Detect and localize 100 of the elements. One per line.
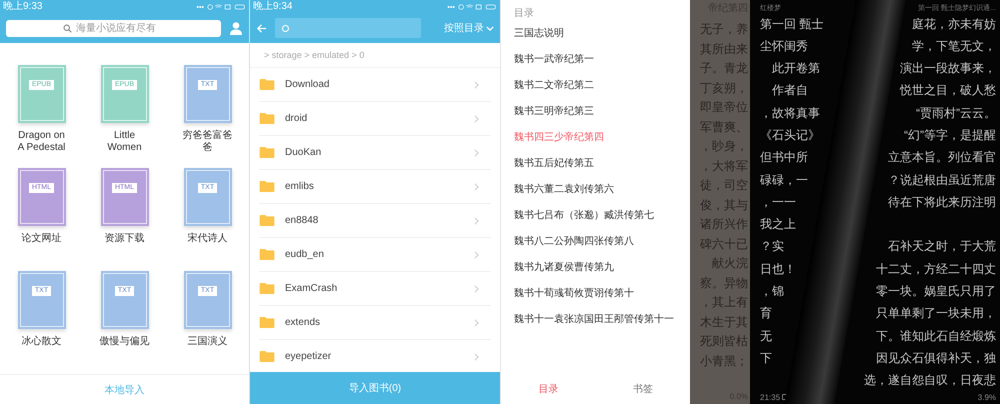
text-line: ，锦: [760, 284, 784, 300]
back-arrow-icon[interactable]: [256, 22, 267, 34]
text-line: 选，遂自怨自叹，日夜悲: [864, 373, 996, 388]
text-line: 作者自: [771, 83, 808, 98]
text-line: “幻”等字，是提醒: [904, 128, 996, 144]
toc-heading: 目录: [513, 7, 534, 20]
tab[interactable]: 目录: [532, 381, 564, 397]
search-field[interactable]: 海量小说应有尽有: [6, 20, 221, 36]
chevron-right-icon: [474, 250, 479, 258]
chapter-item[interactable]: 三国志说明: [514, 28, 564, 40]
chevron-right-icon: [474, 114, 479, 122]
text-line: 但书中所: [760, 150, 808, 166]
chevron-right-icon: [474, 182, 479, 190]
tab[interactable]: 书签: [626, 381, 659, 397]
text-line: 立意本旨。列位看官: [888, 150, 996, 166]
chevron-right-icon: [474, 318, 479, 326]
text-line: 我之上: [760, 217, 796, 232]
chapter-item[interactable]: 魏书六董二袁刘传第六: [514, 184, 614, 196]
text-line: 日也！: [760, 262, 796, 277]
folder-row[interactable]: ExamCrash: [259, 272, 491, 306]
text-line: 因见众石俱得补天，独: [876, 350, 996, 366]
chapter-item[interactable]: 魏书二文帝纪第二: [514, 80, 594, 92]
chapter-item[interactable]: 魏书九诸夏侯曹传第九: [514, 262, 614, 274]
book-title: Dragon on A Pedestal: [16, 130, 66, 154]
folder-name: ExamCrash: [285, 283, 338, 294]
user-icon[interactable]: [229, 21, 243, 35]
chapter-item[interactable]: 魏书十一袁张凉国田王邴管传第十一: [514, 314, 674, 326]
folder-icon: [259, 79, 275, 90]
status-bar-icons-drawing: [196, 2, 246, 10]
chapter-item[interactable]: 魏书三明帝纪第三: [514, 106, 594, 118]
book-title: 三国演义: [186, 336, 228, 348]
chapter-item[interactable]: 魏书一武帝纪第一: [514, 54, 594, 66]
folder-icon: [259, 283, 275, 294]
book-title: 傲慢与偏见: [98, 336, 150, 348]
folder-icon: [259, 249, 275, 260]
percent-text: 3.9%: [978, 392, 996, 402]
folder-row[interactable]: emlibs: [259, 170, 491, 204]
text-line: 尘怀闺秀: [760, 38, 808, 54]
folder-icon: [259, 113, 275, 124]
folder-row[interactable]: DuoKan: [259, 136, 491, 170]
folder-row[interactable]: Download: [259, 68, 491, 102]
text-line: 演出一段故事来，: [900, 61, 996, 76]
text-line: ，一一: [760, 194, 796, 210]
status-time: 晚上9:34: [253, 0, 292, 12]
folder-name: DuoKan: [285, 147, 322, 158]
folder-icon: [259, 147, 275, 158]
folder-name: eyepetizer: [285, 351, 332, 362]
folder-name: en8848: [285, 215, 320, 226]
search-field[interactable]: [275, 18, 421, 38]
book-title: 论文网址: [20, 233, 62, 245]
status-time: 晚上9:33: [3, 0, 42, 12]
book-title: 宋代诗人: [186, 233, 228, 245]
folder-row[interactable]: eudb_en: [259, 238, 491, 272]
chevron-right-icon: [474, 216, 479, 224]
search-icon: [281, 24, 290, 32]
chevron-right-icon: [474, 80, 479, 88]
chevron-right-icon: [474, 352, 479, 360]
text-line: 十二丈，方经二十四丈: [876, 262, 996, 277]
text-line: 悦世之目，破人愁: [900, 83, 996, 98]
book-title: 资源下载: [104, 233, 146, 245]
text-line: 待在下将此来历注明: [888, 194, 996, 210]
chevron-down-icon: [486, 26, 494, 30]
status-bar-icons-drawing: [447, 2, 497, 10]
text-line: 学，下笔无文，: [912, 38, 996, 54]
text-line: 下: [760, 350, 772, 366]
text-line: ？实: [760, 239, 784, 254]
folder-icon: [259, 317, 275, 328]
text-line: 零一块。娲皇氏只用了: [876, 284, 996, 300]
text-line: 此开卷第: [771, 61, 820, 76]
chapter-item[interactable]: 魏书十荀彧荀攸贾诩传第十: [514, 288, 634, 300]
chapter-item[interactable]: 魏书五后妃传第五: [514, 158, 594, 170]
chapter-item[interactable]: 魏书八二公孙陶四张传第八: [514, 236, 634, 248]
folder-row[interactable]: en8848: [259, 204, 491, 238]
text-line: 第一回 甄士: [760, 16, 824, 32]
chevron-right-icon: [474, 284, 479, 292]
text-line: ？说起根由虽近荒唐: [888, 172, 996, 188]
chapter-item[interactable]: 魏书七吕布（张邈）臧洪传第七: [514, 210, 654, 222]
text-line: 石补天之时，于大荒: [888, 239, 996, 254]
book-title: 穷爸爸富爸爸: [182, 130, 234, 154]
folder-name: extends: [285, 317, 322, 328]
folder-icon: [259, 181, 275, 192]
path-breadcrumb: > storage > emulated > 0: [250, 43, 500, 68]
text-line: 下。谁知此石自经煅炼: [876, 328, 996, 344]
chevron-right-icon: [474, 148, 479, 156]
folder-name: eudb_en: [285, 249, 325, 260]
text-line: 庭花，亦未有妨: [912, 16, 996, 32]
folder-icon: [259, 215, 275, 226]
text-line: “贾雨村”云云。: [916, 106, 996, 121]
clock-time: 21:35: [760, 392, 780, 402]
folder-row[interactable]: droid: [259, 102, 491, 136]
folder-row[interactable]: extends: [259, 306, 491, 340]
folder-icon: [259, 351, 275, 362]
text-line: ，故将真事: [760, 106, 820, 121]
text-line: 碌碌，一: [760, 172, 808, 188]
search-icon: [63, 24, 72, 32]
text-line: 《石头记》: [760, 128, 820, 144]
folder-name: Download: [285, 79, 330, 90]
folder-name: emlibs: [285, 181, 315, 192]
text-line: 无: [760, 328, 772, 344]
text-line: 只单单剩了一块未用，: [876, 306, 996, 322]
